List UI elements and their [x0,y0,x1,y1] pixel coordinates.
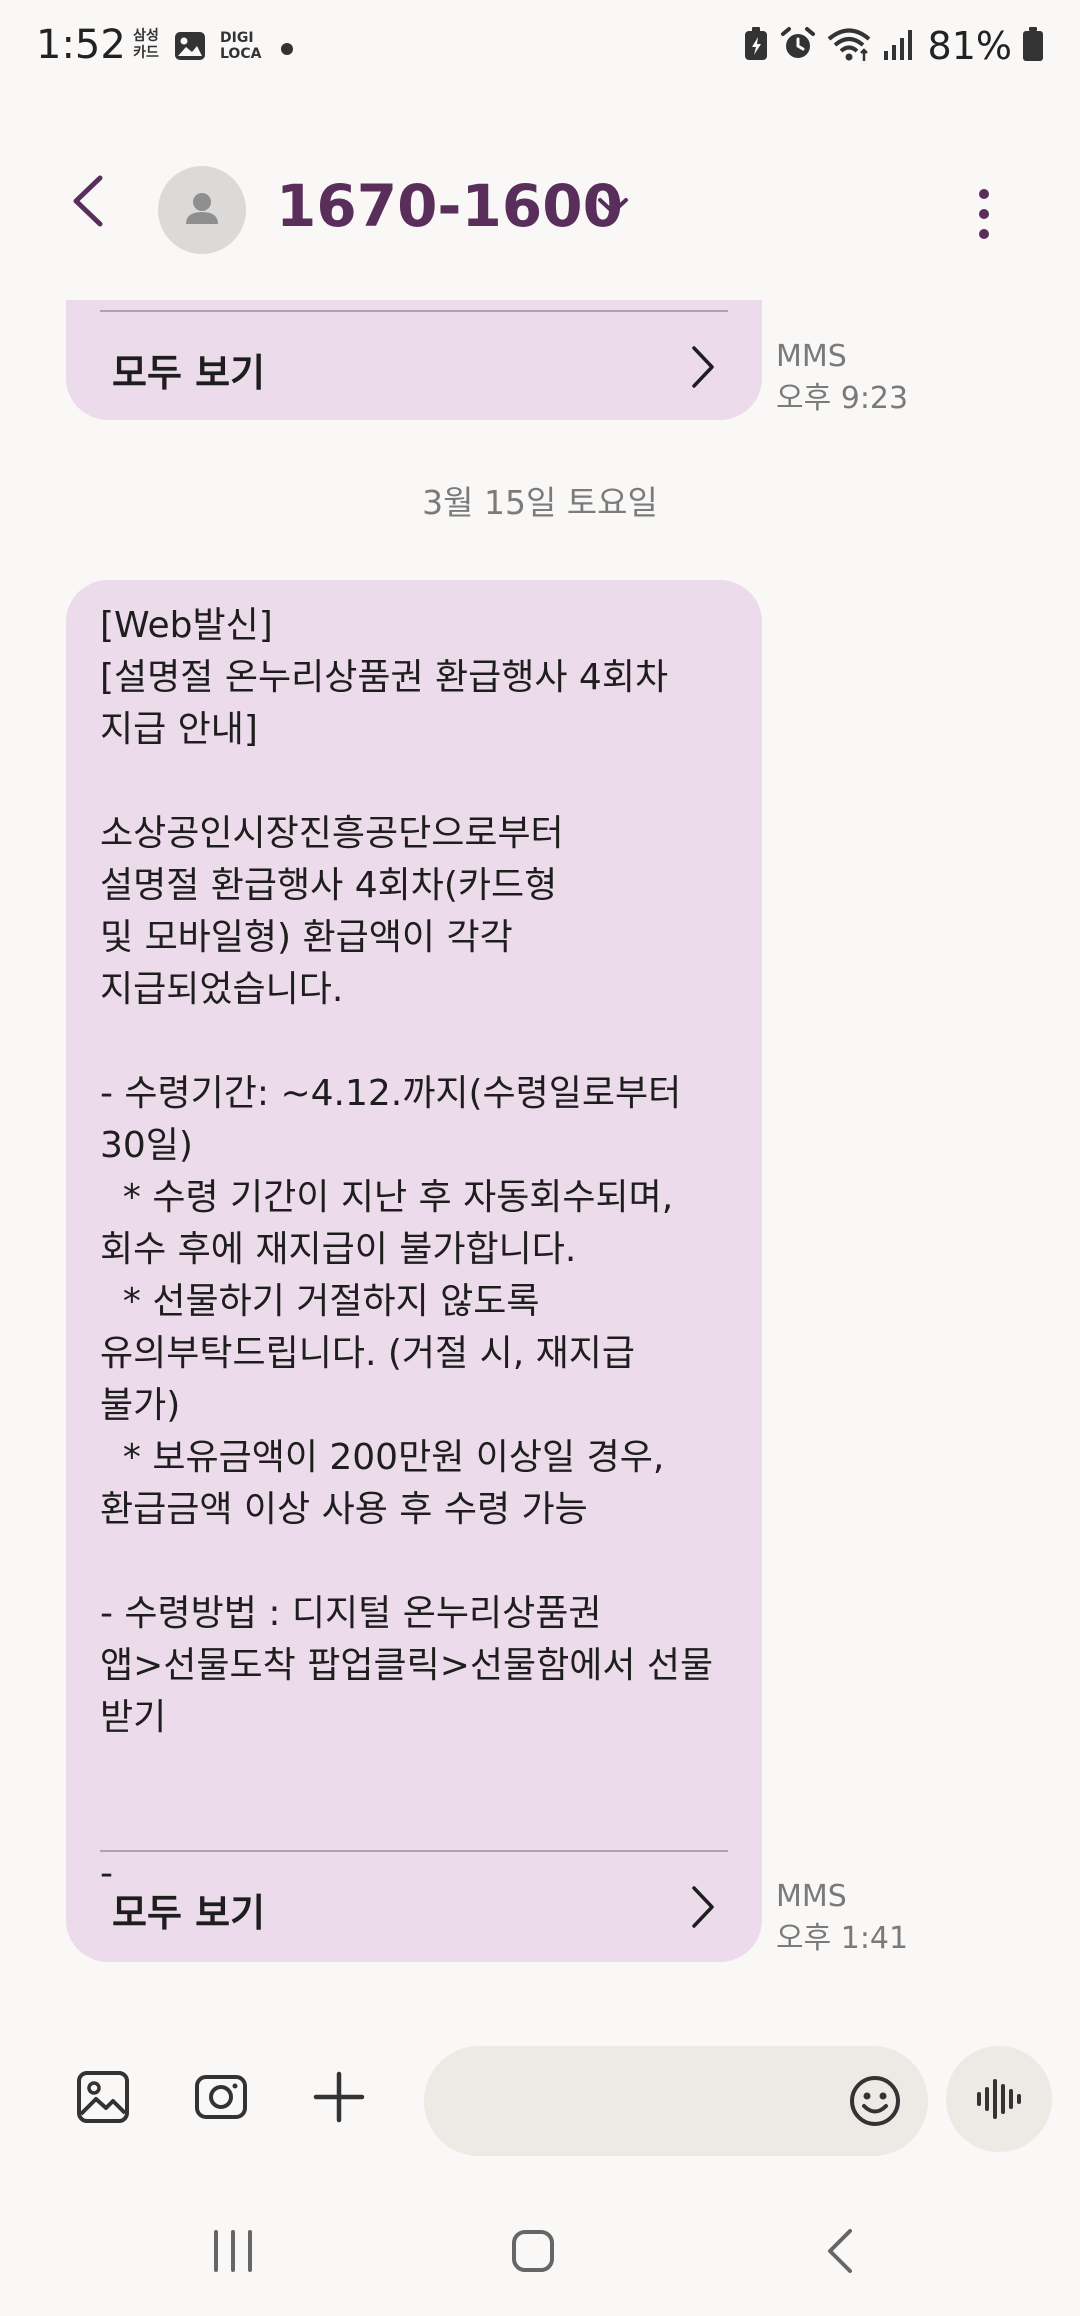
conversation-header: 1670-1600 [0,96,1080,300]
more-notifications-dot [281,43,293,55]
message-bubble[interactable]: 모두 보기 [66,300,762,420]
gallery-notification-icon [174,31,206,65]
message-text: [Web발신] [설명절 온누리상품권 환급행사 4회차 지급 안내] 소상공인… [100,605,714,1894]
camera-button[interactable] [194,2070,248,2128]
message-meta: MMS 오후 9:23 [776,336,908,420]
voice-input-button[interactable] [946,2046,1052,2152]
battery-saver-icon [742,26,770,66]
date-separator: 3월 15일 토요일 [422,483,658,522]
battery-icon [1022,26,1044,66]
message-time: 오후 1:41 [776,1921,909,1956]
more-options-button[interactable] [964,184,1004,244]
home-button[interactable] [510,2228,556,2278]
message-type: MMS [776,339,847,374]
message-time: 오후 9:23 [776,381,909,416]
gallery-button[interactable] [76,2070,130,2128]
message-type: MMS [776,1879,847,1914]
nav-back-button[interactable] [818,2228,864,2278]
add-attachment-button[interactable] [312,2070,366,2128]
chevron-right-icon[interactable] [690,1884,716,1934]
status-right-group: 81% [742,24,1044,68]
wifi-icon [826,26,872,66]
message-meta: MMS 오후 1:41 [776,1876,908,1960]
bubble-divider [100,310,728,312]
see-all-button[interactable]: 모두 보기 [112,1882,265,1937]
bubble-divider [100,1850,728,1852]
compose-bar [0,2040,1080,2160]
chevron-down-icon[interactable] [596,194,630,222]
signal-icon [882,27,916,65]
alarm-icon [780,26,816,66]
back-button[interactable] [60,166,120,236]
digi-loca-notification-icon: DIGI LOCA [220,30,262,62]
system-navigation-bar [0,2196,1080,2316]
voice-waveform-icon [977,2079,1021,2119]
message-input[interactable] [424,2046,928,2156]
emoji-icon[interactable] [848,2074,902,2132]
samsung-card-notification-icon: 삼성 카드 [133,28,159,61]
see-all-button[interactable]: 모두 보기 [112,342,265,397]
chevron-right-icon[interactable] [690,344,716,394]
status-bar: 1:52 삼성 카드 DIGI LOCA 81% [0,0,1080,96]
recent-apps-button[interactable] [210,2228,256,2278]
battery-percentage: 81% [927,24,1012,68]
contact-title[interactable]: 1670-1600 [276,172,623,240]
message-bubble[interactable]: [Web발신] [설명절 온누리상품권 환급행사 4회차 지급 안내] 소상공인… [66,580,762,1962]
contact-avatar[interactable] [158,166,246,254]
status-time: 1:52 [36,22,126,68]
